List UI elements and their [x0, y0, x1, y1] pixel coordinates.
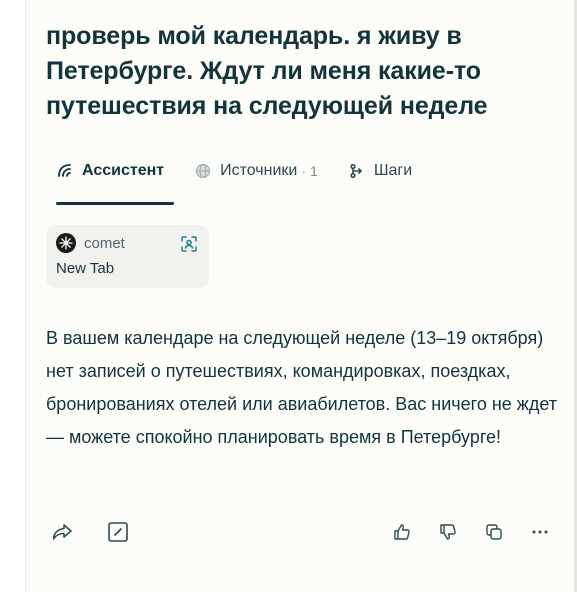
share-icon[interactable] [48, 518, 76, 546]
tab-label: Источники [220, 162, 298, 179]
answer-text: В вашем календаре на следующей неделе (1… [46, 328, 557, 447]
tab-label: Шаги [373, 162, 413, 179]
source-site: comet [84, 234, 125, 252]
answer-page: проверь мой календарь. я живу в Петербур… [0, 0, 577, 592]
thumbs-down-icon[interactable] [434, 518, 462, 546]
answer-actions-right [388, 518, 572, 546]
tab-steps[interactable]: Шаги [338, 152, 422, 190]
comet-logo-icon [56, 233, 76, 253]
query-title: проверь мой календарь. я живу в Петербур… [46, 22, 488, 120]
thumbs-up-icon[interactable] [388, 518, 416, 546]
tab-label: Ассистент [82, 162, 165, 179]
source-title: New Tab [56, 260, 115, 277]
answer-actions-left [48, 518, 160, 546]
steps-icon [348, 162, 366, 180]
globe-icon [194, 162, 212, 180]
copy-icon[interactable] [480, 518, 508, 546]
edit-icon[interactable] [104, 518, 132, 546]
source-card[interactable]: comet New Tab [46, 225, 209, 288]
tab-separator: · [301, 163, 307, 179]
tab-sources[interactable]: Источники · 1 [184, 152, 328, 190]
perplexity-arc-icon [56, 162, 74, 180]
result-tabs: Ассистент Источники · 1 Шаги [46, 152, 556, 205]
tab-assistant[interactable]: Ассистент [46, 152, 175, 205]
scan-icon[interactable] [180, 235, 198, 253]
left-panel-edge [0, 0, 26, 592]
sources-count: 1 [310, 163, 318, 179]
more-icon[interactable] [526, 518, 554, 546]
